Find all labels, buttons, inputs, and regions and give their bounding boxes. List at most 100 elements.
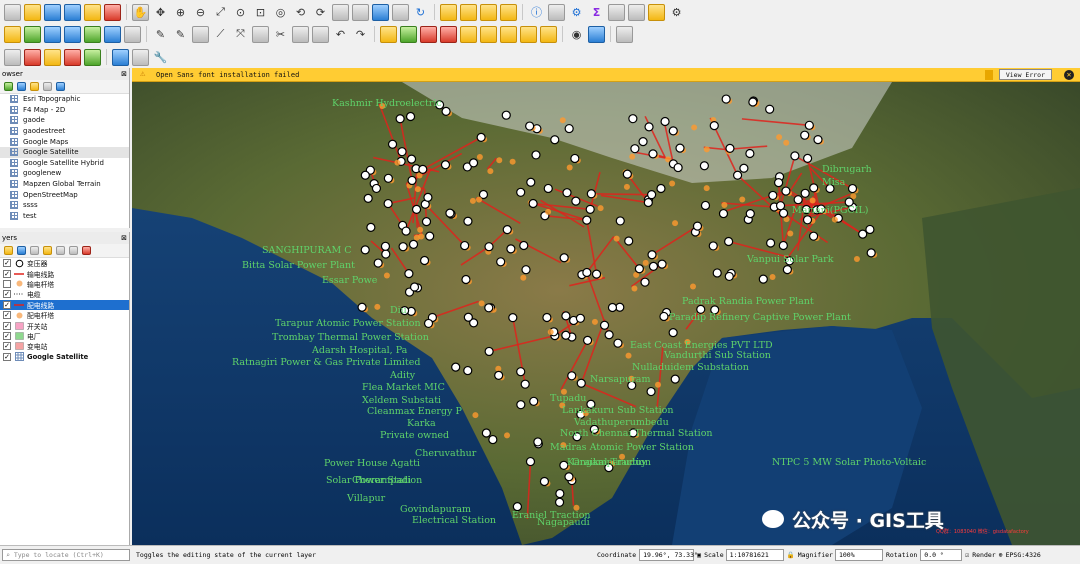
- transformer-point[interactable]: [460, 240, 470, 251]
- open-project-icon[interactable]: [24, 3, 41, 21]
- transformer-point[interactable]: [360, 245, 370, 255]
- expand-all-icon[interactable]: [56, 246, 65, 255]
- crs-label[interactable]: EPSG:4326: [1006, 551, 1041, 559]
- transformer-point[interactable]: [408, 239, 419, 249]
- transformer-point[interactable]: [484, 303, 494, 313]
- show-bookmarks-icon[interactable]: [392, 3, 409, 21]
- label-change-icon[interactable]: [480, 25, 497, 43]
- diagram-icon[interactable]: [500, 25, 517, 43]
- label-move-icon[interactable]: [440, 25, 457, 43]
- transformer-point[interactable]: [800, 188, 810, 198]
- add-selected-icon[interactable]: [4, 82, 13, 91]
- transformer-point[interactable]: [800, 130, 810, 140]
- zoom-next-icon[interactable]: ⟳: [312, 4, 329, 21]
- crs-icon[interactable]: ⊕: [999, 551, 1003, 559]
- transformer-point[interactable]: [724, 236, 734, 247]
- transformer-point[interactable]: [802, 215, 813, 225]
- transformer-point[interactable]: [634, 264, 644, 274]
- transformer-point[interactable]: [692, 221, 703, 231]
- transformer-point[interactable]: [624, 236, 634, 246]
- deselect-icon[interactable]: [480, 3, 497, 21]
- browser-item[interactable]: OpenStreetMap: [0, 189, 129, 200]
- identify-icon[interactable]: ⓘ: [528, 4, 545, 21]
- transformer-point[interactable]: [732, 170, 743, 180]
- zoom-last-icon[interactable]: ⟲: [292, 4, 309, 21]
- transformer-point[interactable]: [675, 143, 685, 153]
- pin-icon[interactable]: [24, 48, 41, 66]
- transformer-point[interactable]: [484, 346, 494, 357]
- edit-pencil-icon[interactable]: ✎: [172, 26, 189, 43]
- capture-icon[interactable]: [4, 48, 21, 66]
- transformer-point[interactable]: [576, 378, 586, 388]
- transformer-point[interactable]: [607, 302, 618, 313]
- transformer-point[interactable]: [646, 386, 656, 397]
- transformer-point[interactable]: [793, 195, 803, 205]
- attribute-table-icon[interactable]: [548, 3, 565, 21]
- transformer-point[interactable]: [778, 208, 789, 218]
- python-console-icon[interactable]: [588, 25, 605, 43]
- transformer-point[interactable]: [380, 241, 391, 251]
- statistics-sigma-icon[interactable]: Σ: [588, 4, 605, 21]
- browser-item[interactable]: F4 Map - 2D: [0, 105, 129, 116]
- transformer-point[interactable]: [531, 150, 541, 160]
- transformer-point[interactable]: [383, 198, 393, 209]
- transformer-point[interactable]: [441, 106, 451, 117]
- layer-visibility-checkbox[interactable]: [3, 279, 11, 288]
- transformer-point[interactable]: [425, 231, 435, 241]
- transformer-point[interactable]: [381, 249, 391, 259]
- transformer-point[interactable]: [591, 269, 602, 279]
- zoom-selection-icon[interactable]: ⊙: [232, 4, 249, 21]
- filter-icon[interactable]: [30, 82, 39, 91]
- satellite-map[interactable]: SANGHIPURAM C Bitta Solar Power Plant Essa…: [132, 68, 1080, 545]
- browser-item[interactable]: gaode: [0, 115, 129, 126]
- zoom-native-icon[interactable]: ◎: [272, 4, 289, 21]
- transformer-point[interactable]: [638, 137, 648, 147]
- transformer-point[interactable]: [476, 132, 486, 142]
- layer-item[interactable]: ✓ 配电线路: [0, 299, 129, 310]
- layer-visibility-checkbox[interactable]: ✓: [3, 342, 11, 351]
- copy-icon[interactable]: [292, 25, 309, 43]
- transformer-point[interactable]: [533, 437, 543, 447]
- transformer-point[interactable]: [363, 193, 373, 204]
- transformer-point[interactable]: [481, 428, 491, 438]
- transformer-point[interactable]: [360, 170, 370, 180]
- style-manager-icon[interactable]: [104, 3, 121, 21]
- save-project-icon[interactable]: [44, 3, 61, 21]
- browser-item[interactable]: Mapzen Global Terrain: [0, 179, 129, 190]
- transformer-point[interactable]: [401, 226, 411, 236]
- transformer-point[interactable]: [516, 400, 526, 410]
- diagram-move-icon[interactable]: [520, 25, 537, 43]
- transformer-point[interactable]: [409, 282, 420, 292]
- transformer-point[interactable]: [768, 190, 778, 201]
- print-layout-icon[interactable]: [84, 3, 101, 21]
- map-canvas[interactable]: ⚠ Open Sans font installation failed Vie…: [132, 68, 1080, 545]
- transformer-point[interactable]: [745, 209, 755, 219]
- transformer-point[interactable]: [516, 187, 526, 197]
- info-icon[interactable]: [56, 82, 65, 91]
- transformer-point[interactable]: [371, 183, 382, 194]
- select-features-icon[interactable]: [440, 3, 457, 21]
- layer-item[interactable]: ✓ 配电杆塔: [0, 310, 129, 320]
- transformer-point[interactable]: [571, 196, 581, 206]
- magnifier-field[interactable]: 100%: [834, 549, 883, 561]
- tool-wrench-icon[interactable]: 🔧: [152, 49, 169, 66]
- add-vector-icon[interactable]: [44, 25, 61, 43]
- transformer-point[interactable]: [630, 144, 640, 154]
- web-globe-icon[interactable]: [112, 48, 129, 66]
- remove-layer-icon[interactable]: [82, 246, 91, 255]
- transformer-point[interactable]: [521, 265, 531, 275]
- transformer-point[interactable]: [570, 153, 580, 164]
- settings-icon[interactable]: ⚙: [668, 4, 685, 21]
- transformer-point[interactable]: [383, 173, 393, 183]
- transformer-point[interactable]: [615, 216, 625, 226]
- transformer-point[interactable]: [790, 151, 800, 161]
- transformer-point[interactable]: [765, 104, 775, 114]
- transformer-point[interactable]: [668, 328, 678, 338]
- transformer-point[interactable]: [501, 110, 511, 120]
- transformer-point[interactable]: [622, 169, 632, 179]
- layer-visibility-checkbox[interactable]: ✓: [3, 290, 11, 299]
- transformer-point[interactable]: [406, 154, 417, 164]
- layer-visibility-checkbox[interactable]: ✓: [3, 300, 11, 309]
- transformer-point[interactable]: [739, 163, 749, 173]
- layer-visibility-checkbox[interactable]: ✓: [3, 331, 11, 340]
